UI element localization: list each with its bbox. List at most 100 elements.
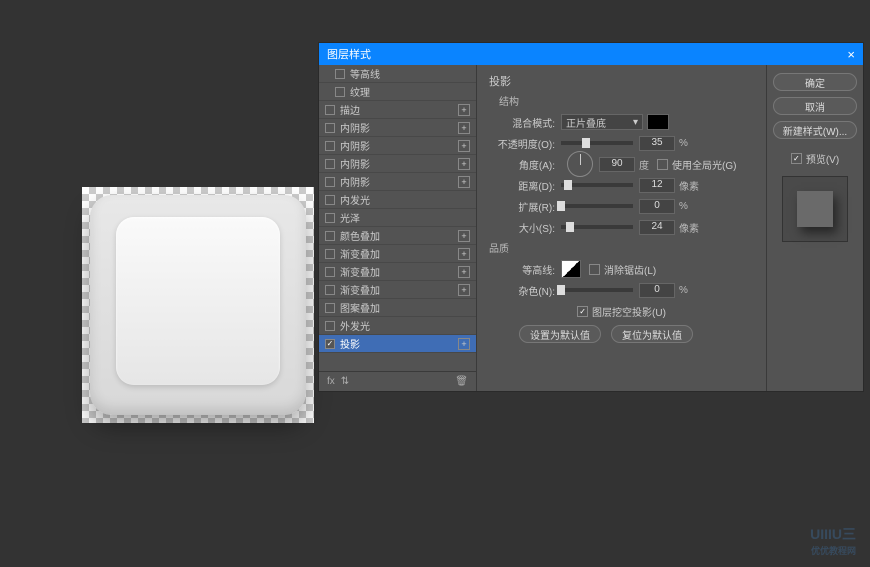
antialias-label: 消除锯齿(L)	[604, 262, 656, 277]
style-check[interactable]	[325, 213, 335, 223]
ok-button[interactable]: 确定	[773, 73, 857, 91]
preview-label: 预览(V)	[806, 151, 839, 166]
make-default-button[interactable]: 设置为默认值	[519, 325, 601, 343]
style-label: 内阴影	[340, 138, 370, 153]
size-input[interactable]: 24	[639, 220, 675, 235]
close-icon[interactable]: ×	[847, 47, 855, 62]
keycap-inner	[116, 217, 280, 385]
new-style-button[interactable]: 新建样式(W)...	[773, 121, 857, 139]
angle-row: 角度(A): 90 度 使用全局光(G)	[489, 156, 754, 172]
styles-list: 等高线纹理描边+内阴影+内阴影+内阴影+内阴影+内发光光泽颜色叠加+渐变叠加+渐…	[319, 65, 476, 371]
shadow-color-swatch[interactable]	[647, 114, 669, 130]
style-check[interactable]	[325, 321, 335, 331]
preview-inner	[797, 191, 833, 227]
style-label: 投影	[340, 336, 360, 351]
spread-slider[interactable]	[561, 204, 633, 208]
style-item-4[interactable]: 内阴影 +	[319, 137, 476, 155]
blend-select[interactable]: 正片叠底▾	[561, 114, 643, 130]
quality-title: 品质	[489, 240, 754, 255]
right-column: 确定 取消 新建样式(W)... 预览(V)	[767, 65, 863, 391]
contour-row: 等高线: 消除锯齿(L)	[489, 261, 754, 277]
knockout-label: 图层挖空投影(U)	[592, 304, 666, 319]
angle-input[interactable]: 90	[599, 157, 635, 172]
style-label: 等高线	[350, 66, 380, 81]
global-light-check[interactable]	[657, 159, 668, 170]
plus-icon[interactable]: +	[458, 338, 470, 350]
style-check[interactable]	[335, 87, 345, 97]
style-item-5[interactable]: 内阴影+	[319, 155, 476, 173]
noise-slider[interactable]	[561, 288, 633, 292]
fx-icon[interactable]: fx	[327, 376, 335, 387]
blend-mode-row: 混合模式: 正片叠底▾	[489, 114, 754, 130]
dialog-titlebar[interactable]: 图层样式 ×	[319, 43, 863, 65]
plus-icon[interactable]: +	[458, 140, 470, 152]
plus-icon[interactable]: +	[458, 284, 470, 296]
plus-icon[interactable]: +	[458, 176, 470, 188]
size-row: 大小(S): 24 像素	[489, 219, 754, 235]
size-label: 大小(S):	[489, 220, 561, 235]
style-check[interactable]	[325, 285, 335, 295]
knockout-check[interactable]	[577, 306, 588, 317]
style-item-3[interactable]: 内阴影 +	[319, 119, 476, 137]
style-check[interactable]: ✓	[325, 339, 335, 349]
antialias-check[interactable]	[589, 264, 600, 275]
distance-slider[interactable]	[561, 183, 633, 187]
preview-box	[782, 176, 848, 242]
style-check[interactable]	[325, 141, 335, 151]
style-check[interactable]	[325, 159, 335, 169]
style-item-0[interactable]: 等高线	[319, 65, 476, 83]
style-item-2[interactable]: 描边+	[319, 101, 476, 119]
style-check[interactable]	[325, 123, 335, 133]
style-item-11[interactable]: 渐变叠加+	[319, 263, 476, 281]
preview-check[interactable]	[791, 153, 802, 164]
style-check[interactable]	[325, 195, 335, 205]
style-item-12[interactable]: 渐变叠加 +	[319, 281, 476, 299]
knockout-row: 图层挖空投影(U)	[489, 303, 754, 319]
plus-icon[interactable]: +	[458, 266, 470, 278]
spread-input[interactable]: 0	[639, 199, 675, 214]
distance-input[interactable]: 12	[639, 178, 675, 193]
style-check[interactable]	[325, 177, 335, 187]
noise-label: 杂色(N):	[489, 283, 561, 298]
reset-default-button[interactable]: 复位为默认值	[611, 325, 693, 343]
opacity-label: 不透明度(O):	[489, 136, 561, 151]
plus-icon[interactable]: +	[458, 122, 470, 134]
style-item-7[interactable]: 内发光	[319, 191, 476, 209]
style-item-9[interactable]: 颜色叠加+	[319, 227, 476, 245]
style-item-14[interactable]: 外发光	[319, 317, 476, 335]
cancel-button[interactable]: 取消	[773, 97, 857, 115]
watermark: UIIIU三 优优教程网	[810, 524, 856, 557]
spread-row: 扩展(R): 0 %	[489, 198, 754, 214]
style-label: 光泽	[340, 210, 360, 225]
canvas-preview	[82, 187, 314, 423]
opacity-input[interactable]: 35	[639, 136, 675, 151]
trash-icon[interactable]: 🗑	[455, 376, 468, 387]
style-check[interactable]	[325, 105, 335, 115]
plus-icon[interactable]: +	[458, 230, 470, 242]
noise-input[interactable]: 0	[639, 283, 675, 298]
style-item-1[interactable]: 纹理	[319, 83, 476, 101]
style-item-8[interactable]: 光泽	[319, 209, 476, 227]
contour-swatch[interactable]	[561, 260, 581, 278]
style-item-10[interactable]: 渐变叠加+	[319, 245, 476, 263]
plus-icon[interactable]: +	[458, 104, 470, 116]
plus-icon[interactable]: +	[458, 248, 470, 260]
style-item-6[interactable]: 内阴影+	[319, 173, 476, 191]
dialog-title: 图层样式	[327, 46, 371, 62]
style-check[interactable]	[325, 231, 335, 241]
opacity-row: 不透明度(O): 35 %	[489, 135, 754, 151]
plus-icon[interactable]: +	[458, 158, 470, 170]
contour-label: 等高线:	[489, 262, 561, 277]
style-check[interactable]	[325, 249, 335, 259]
style-label: 渐变叠加	[340, 282, 380, 297]
style-item-15[interactable]: ✓ 投影 +	[319, 335, 476, 353]
angle-dial[interactable]	[567, 151, 593, 177]
style-item-13[interactable]: 图案叠加	[319, 299, 476, 317]
style-label: 内阴影	[340, 120, 370, 135]
style-check[interactable]	[325, 267, 335, 277]
style-check[interactable]	[325, 303, 335, 313]
up-down-icon[interactable]: ⇅	[341, 376, 349, 387]
opacity-slider[interactable]	[561, 141, 633, 145]
size-slider[interactable]	[561, 225, 633, 229]
style-check[interactable]	[335, 69, 345, 79]
